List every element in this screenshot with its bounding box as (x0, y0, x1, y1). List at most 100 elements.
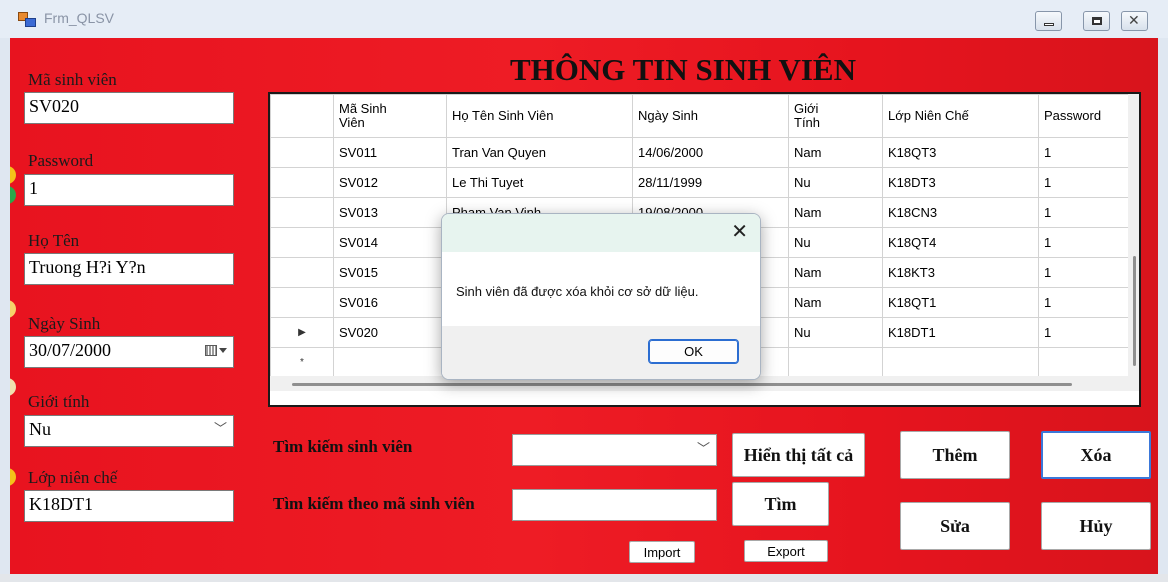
cell-class[interactable]: K18DT1 (882, 317, 1039, 348)
search-id-input[interactable] (512, 489, 717, 521)
search-by-id-label: Tìm kiếm theo mã sinh viên (273, 494, 475, 513)
scroll-thumb[interactable] (1133, 256, 1136, 366)
cell-class[interactable]: K18QT1 (882, 287, 1039, 318)
row-header[interactable] (270, 197, 334, 228)
column-header[interactable]: Họ Tên Sinh Viên (446, 94, 633, 138)
cell-student-id[interactable]: SV014 (333, 227, 447, 258)
row-header[interactable] (270, 137, 334, 168)
current-row-indicator[interactable]: ▶ (270, 317, 334, 348)
row-header[interactable] (270, 287, 334, 318)
cell-class[interactable] (882, 347, 1039, 378)
cell-student-id[interactable]: SV013 (333, 197, 447, 228)
row-header[interactable] (270, 227, 334, 258)
close-icon[interactable]: ✕ (731, 221, 748, 243)
calendar-dropdown-icon[interactable] (205, 343, 227, 359)
new-row-indicator[interactable]: * (270, 347, 334, 378)
ok-button[interactable]: OK (648, 339, 739, 364)
minimize-button[interactable] (1035, 11, 1062, 31)
cell-gender[interactable] (788, 347, 883, 378)
cell-full-name[interactable]: Tran Van Quyen (446, 137, 633, 168)
cell-gender[interactable]: Nam (788, 257, 883, 288)
cell-student-id[interactable]: SV012 (333, 167, 447, 198)
column-header[interactable]: Lớp Niên Chế (882, 94, 1039, 138)
cell-gender[interactable]: Nam (788, 287, 883, 318)
dialog-titlebar: ✕ (442, 214, 760, 252)
row-header[interactable] (270, 167, 334, 198)
cell-password[interactable]: 1 (1038, 197, 1129, 228)
table-row[interactable]: SV012 Le Thi Tuyet 28/11/1999 Nu K18DT3 … (270, 167, 1129, 198)
search-label: Tìm kiếm sinh viên (273, 437, 413, 456)
dialog-footer: OK (442, 326, 760, 379)
column-header[interactable]: Giới Tính (788, 94, 883, 138)
import-button[interactable]: Import (629, 541, 695, 563)
cell-password[interactable]: 1 (1038, 137, 1129, 168)
minimize-icon (1044, 23, 1054, 26)
cell-gender[interactable]: Nam (788, 137, 883, 168)
message-dialog: ✕ Sinh viên đã được xóa khỏi cơ sở dữ li… (441, 213, 761, 380)
gender-value: Nu (29, 419, 51, 439)
add-button[interactable]: Thêm (900, 431, 1010, 479)
decoration (10, 468, 16, 486)
gender-select[interactable]: Nu ﹀ (24, 415, 234, 447)
app-icon (18, 12, 36, 27)
cell-class[interactable]: K18KT3 (882, 257, 1039, 288)
vertical-scrollbar[interactable] (1128, 94, 1139, 376)
cell-gender[interactable]: Nam (788, 197, 883, 228)
cell-gender[interactable]: Nu (788, 167, 883, 198)
cell-class[interactable]: K18QT4 (882, 227, 1039, 258)
cell-password[interactable]: 1 (1038, 287, 1129, 318)
cell-student-id[interactable] (333, 347, 447, 378)
table-header-row: Mã Sinh Viên Họ Tên Sinh Viên Ngày Sinh … (270, 94, 1129, 138)
maximize-button[interactable] (1083, 11, 1110, 31)
cell-birth-date[interactable]: 28/11/1999 (632, 167, 789, 198)
decoration (10, 378, 16, 396)
birth-date-picker[interactable]: 30/07/2000 (24, 336, 234, 368)
cell-student-id[interactable]: SV011 (333, 137, 447, 168)
close-window-button[interactable]: ✕ (1121, 11, 1148, 31)
table-row[interactable]: SV011 Tran Van Quyen 14/06/2000 Nam K18Q… (270, 137, 1129, 168)
cell-password[interactable]: 1 (1038, 227, 1129, 258)
cell-gender[interactable]: Nu (788, 317, 883, 348)
student-id-field[interactable]: SV020 (24, 92, 234, 124)
cell-student-id[interactable]: SV016 (333, 287, 447, 318)
column-header[interactable]: Password (1038, 94, 1129, 138)
birth-date-value: 30/07/2000 (29, 340, 112, 360)
search-combo[interactable]: ﹀ (512, 434, 717, 466)
cell-student-id[interactable]: SV020 (333, 317, 447, 348)
gender-label: Giới tính (28, 392, 90, 411)
maximize-icon (1092, 17, 1102, 25)
full-name-label: Họ Tên (28, 231, 80, 250)
column-header[interactable]: Mã Sinh Viên (333, 94, 447, 138)
cell-class[interactable]: K18DT3 (882, 167, 1039, 198)
cell-password[interactable]: 1 (1038, 167, 1129, 198)
export-button[interactable]: Export (744, 540, 828, 562)
close-icon: ✕ (1128, 13, 1140, 29)
cell-password[interactable]: 1 (1038, 257, 1129, 288)
cell-class[interactable]: K18CN3 (882, 197, 1039, 228)
row-header[interactable] (270, 257, 334, 288)
class-label: Lớp niên chế (28, 468, 118, 487)
show-all-button[interactable]: Hiển thị tất cả (732, 433, 865, 477)
cell-birth-date[interactable]: 14/06/2000 (632, 137, 789, 168)
class-field[interactable]: K18DT1 (24, 490, 234, 522)
birth-date-label: Ngày Sinh (28, 314, 101, 333)
scroll-thumb[interactable] (292, 383, 1072, 386)
decoration (10, 186, 16, 204)
password-field[interactable]: 1 (24, 174, 234, 206)
chevron-down-icon: ﹀ (213, 421, 227, 436)
column-header[interactable]: Ngày Sinh (632, 94, 789, 138)
delete-button[interactable]: Xóa (1041, 431, 1151, 479)
cell-full-name[interactable]: Le Thi Tuyet (446, 167, 633, 198)
cell-student-id[interactable]: SV015 (333, 257, 447, 288)
window-title: Frm_QLSV (44, 10, 115, 26)
student-id-label: Mã sinh viên (28, 70, 117, 89)
find-button[interactable]: Tìm (732, 482, 829, 526)
decoration (10, 166, 16, 184)
cancel-button[interactable]: Hủy (1041, 502, 1151, 550)
cell-class[interactable]: K18QT3 (882, 137, 1039, 168)
cell-password[interactable]: 1 (1038, 317, 1129, 348)
full-name-field[interactable]: Truong H?i Y?n (24, 253, 234, 285)
cell-gender[interactable]: Nu (788, 227, 883, 258)
cell-password[interactable] (1038, 347, 1129, 378)
edit-button[interactable]: Sửa (900, 502, 1010, 550)
